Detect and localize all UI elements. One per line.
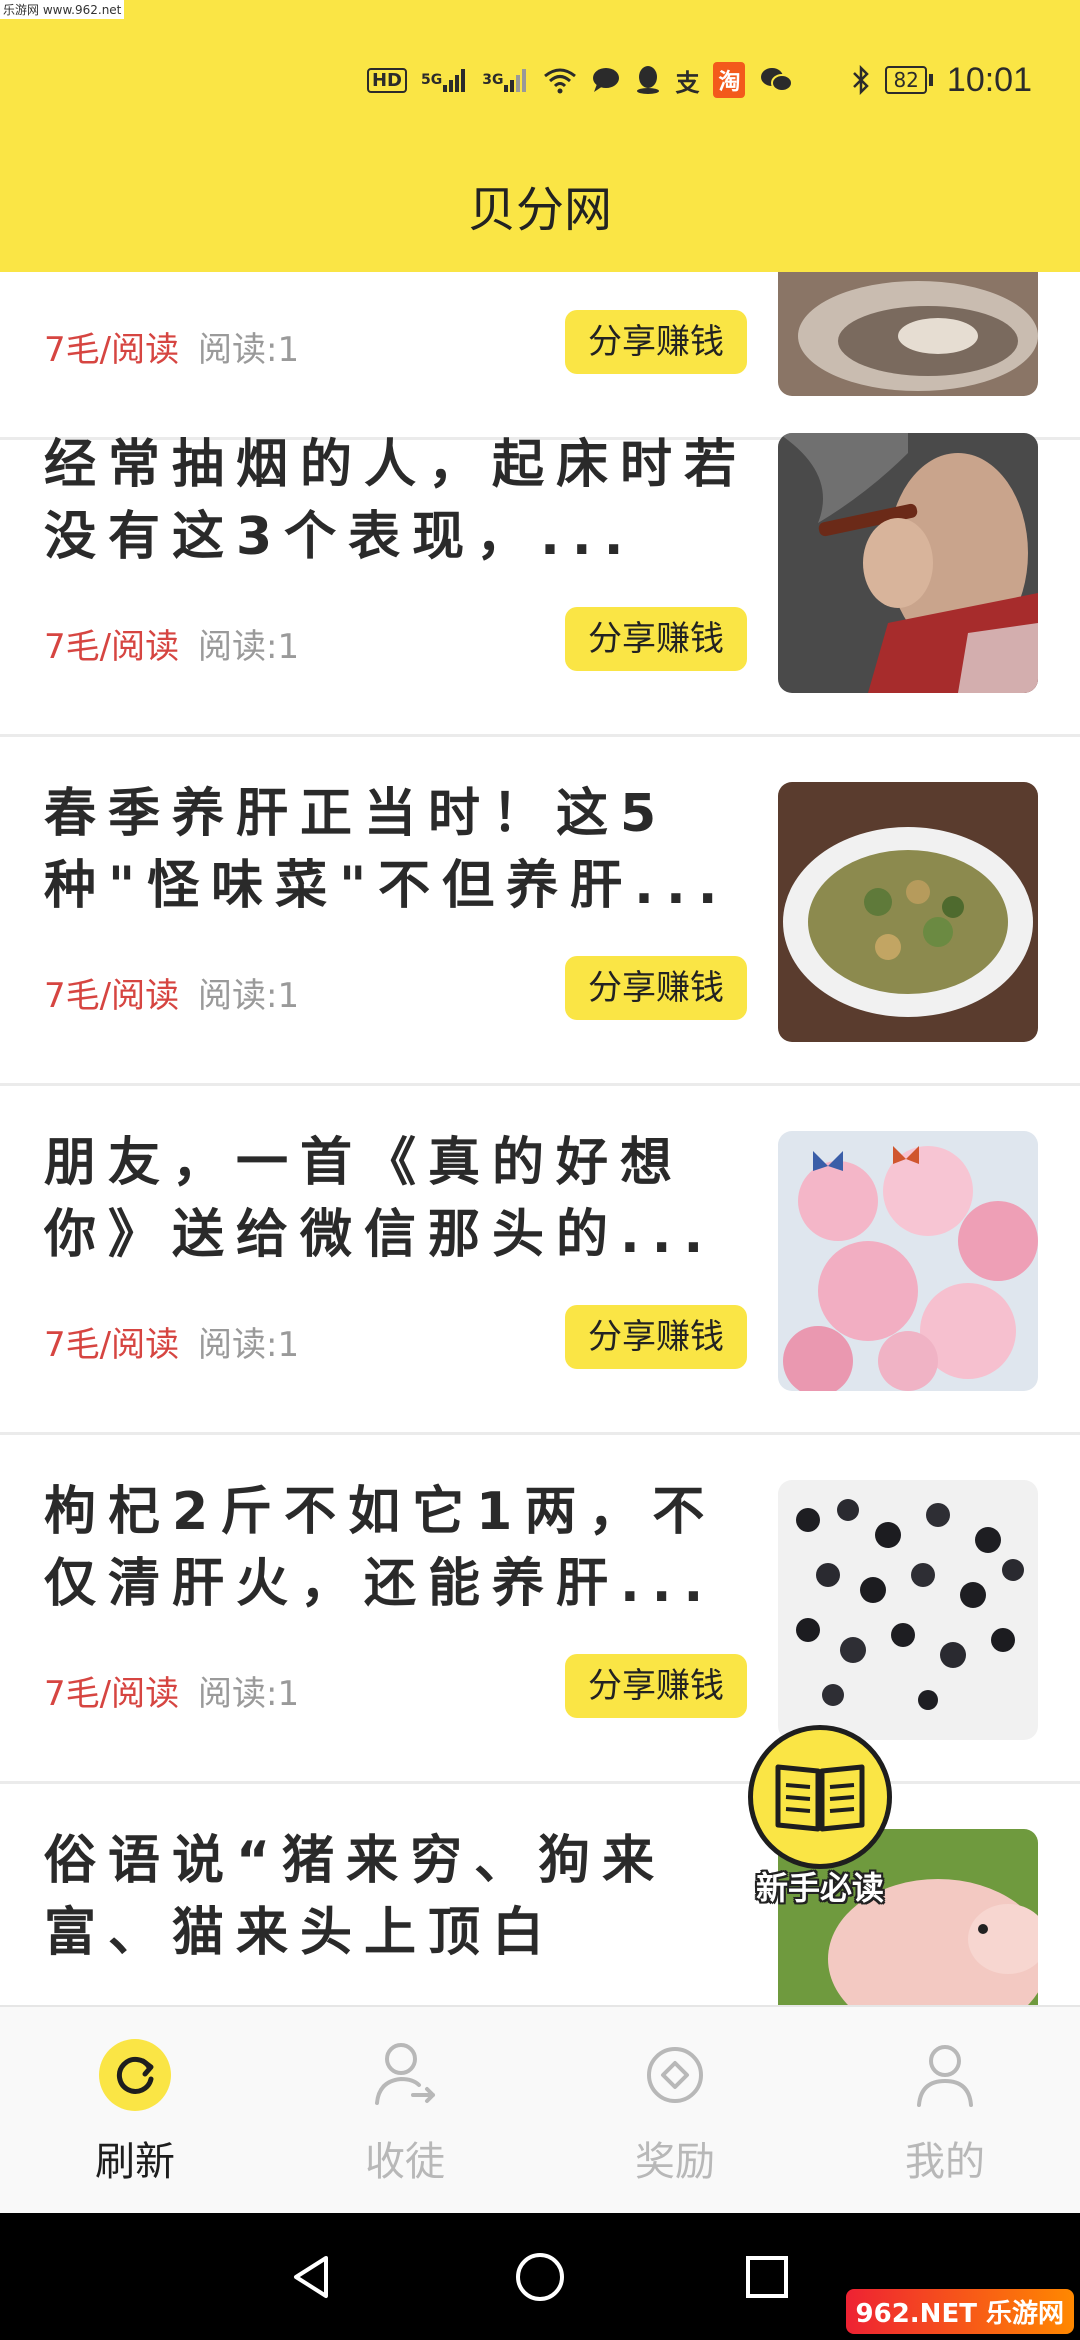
share-earn-button[interactable]: 分享赚钱: [565, 607, 747, 671]
watermark-top: 乐游网 www.962.net: [0, 0, 125, 19]
article-card[interactable]: 经常抽烟的人，起床时若没有这3个表现，... 7毛/阅读 阅读:1 分享赚钱: [0, 389, 1080, 737]
article-thumbnail[interactable]: [778, 272, 1038, 396]
article-read-count: 阅读:1: [198, 1325, 300, 1365]
article-title[interactable]: 朋友，一首《真的好想你》送给微信那头的...: [44, 1127, 754, 1277]
tab-label: 奖励: [635, 2139, 715, 2185]
share-earn-button[interactable]: 分享赚钱: [565, 1654, 747, 1718]
beginner-guide-label: 新手必读: [755, 1869, 884, 1907]
article-price: 7毛/阅读: [44, 1325, 180, 1365]
page-title: 贝分网: [467, 182, 612, 238]
article-card[interactable]: 朋友，一首《真的好想你》送给微信那头的... 7毛/阅读 阅读:1 分享赚钱: [0, 1087, 1080, 1435]
article-read-count: 阅读:1: [198, 976, 300, 1016]
battery-level: 82: [885, 66, 927, 94]
signal-3g-icon: 3G: [482, 67, 529, 93]
tab-rewards[interactable]: 奖励: [540, 2007, 810, 2213]
status-bar: HD 5G 3G 支 淘 82 10:01: [366, 52, 1080, 108]
article-read-count: 阅读:1: [198, 1674, 300, 1714]
article-title[interactable]: 春季养肝正当时！这5种"怪味菜"不但养肝...: [44, 778, 754, 928]
article-title[interactable]: 俗语说“猪来穷、狗来富、猫来头上顶白布”...: [44, 1825, 754, 1975]
qq-icon: [635, 65, 661, 95]
tab-mine[interactable]: 我的: [810, 2007, 1080, 2213]
article-card[interactable]: 俗语说“猪来穷、狗来富、猫来头上顶白布”...: [0, 1785, 1080, 2005]
bottom-tab-bar: 刷新 收徒 奖励 我的: [0, 2005, 1080, 2213]
tab-label: 我的: [905, 2139, 985, 2185]
share-earn-button[interactable]: 分享赚钱: [565, 956, 747, 1020]
article-thumbnail[interactable]: [778, 1131, 1038, 1391]
wechat-icon: [759, 66, 794, 94]
article-read-count: 阅读:1: [198, 627, 300, 667]
article-price: 7毛/阅读: [44, 976, 180, 1016]
status-time: 10:01: [946, 60, 1032, 99]
diamond-icon: [637, 2037, 713, 2113]
person-icon: [907, 2037, 983, 2113]
article-thumbnail[interactable]: [778, 782, 1038, 1042]
article-price: 7毛/阅读: [44, 627, 180, 667]
share-earn-button[interactable]: 分享赚钱: [565, 1305, 747, 1369]
article-card[interactable]: 枸杞2斤不如它1两，不仅清肝火，还能养肝... 7毛/阅读 阅读:1 分享赚钱: [0, 1436, 1080, 1784]
user-share-icon: [367, 2037, 443, 2113]
tab-refresh[interactable]: 刷新: [0, 2007, 270, 2213]
refresh-icon: [97, 2037, 173, 2113]
article-feed[interactable]: 7毛/阅读 阅读:1 分享赚钱 经常抽烟的人，起床时若没有这3个表现，... 7…: [0, 272, 1080, 2005]
signal-5g-icon: 5G: [421, 67, 468, 93]
battery-icon: 82: [885, 66, 933, 94]
tab-recruit[interactable]: 收徒: [270, 2007, 540, 2213]
system-nav-bar: 962.NET 乐游网: [0, 2213, 1080, 2340]
nav-back-button[interactable]: [273, 2237, 353, 2317]
article-title[interactable]: [44, 272, 754, 282]
article-read-count: 阅读:1: [198, 330, 300, 370]
app-header: HD 5G 3G 支 淘 82 10:01 贝分网: [0, 0, 1080, 272]
alipay-icon: 支: [675, 68, 700, 97]
taobao-icon: 淘: [713, 62, 746, 98]
article-thumbnail[interactable]: [778, 433, 1038, 693]
nav-home-button[interactable]: [500, 2237, 580, 2317]
watermark-bottom: 962.NET 乐游网: [845, 2289, 1074, 2334]
tab-label: 刷新: [95, 2139, 175, 2185]
nav-recents-button[interactable]: [727, 2237, 807, 2317]
tab-label: 收徒: [365, 2139, 445, 2185]
share-earn-button[interactable]: 分享赚钱: [565, 310, 747, 374]
article-price: 7毛/阅读: [44, 330, 180, 370]
beginner-guide-button[interactable]: 新手必读: [745, 1725, 895, 1909]
article-thumbnail[interactable]: [778, 1480, 1038, 1740]
message-icon: [591, 66, 621, 94]
article-price: 7毛/阅读: [44, 1674, 180, 1714]
bluetooth-icon: [851, 65, 871, 95]
article-title[interactable]: 枸杞2斤不如它1两，不仅清肝火，还能养肝...: [44, 1476, 754, 1626]
wifi-icon: [543, 66, 577, 94]
hd-icon: HD: [366, 67, 407, 93]
article-card[interactable]: 春季养肝正当时！这5种"怪味菜"不但养肝... 7毛/阅读 阅读:1 分享赚钱: [0, 738, 1080, 1086]
article-title[interactable]: 经常抽烟的人，起床时若没有这3个表现，...: [44, 429, 754, 579]
book-icon: [748, 1725, 892, 1869]
